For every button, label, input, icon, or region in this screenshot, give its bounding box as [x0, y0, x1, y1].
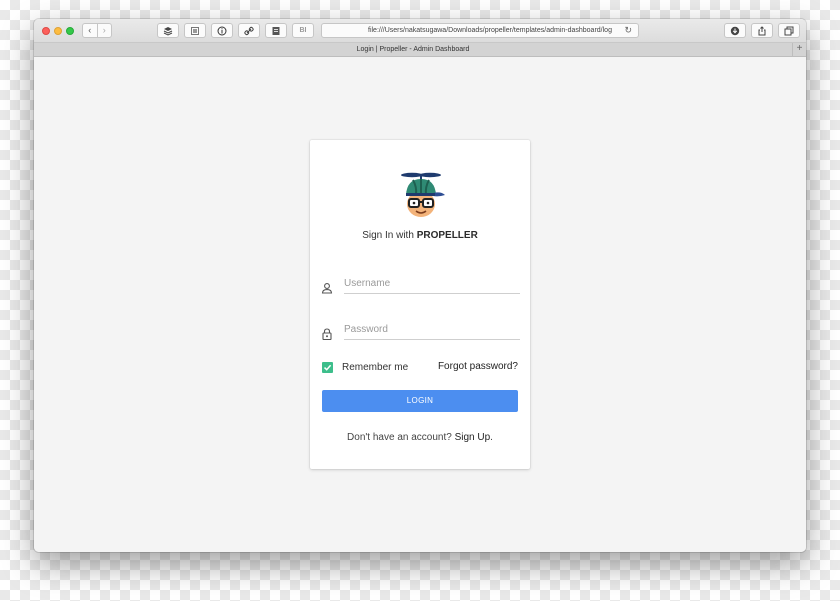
- new-tab-button[interactable]: +: [792, 43, 806, 56]
- reader-icon: [191, 26, 199, 35]
- password-input[interactable]: [344, 320, 520, 340]
- signup-period: .: [490, 432, 493, 443]
- share-icon: [758, 25, 766, 35]
- tabs-button[interactable]: [778, 23, 800, 38]
- bookmark-icon: [272, 26, 280, 35]
- username-input[interactable]: [344, 274, 520, 294]
- sign-in-with-text: with: [396, 230, 414, 241]
- info-button[interactable]: [211, 23, 233, 38]
- address-url: file:///Users/nakatsugawa/Downloads/prop…: [368, 27, 612, 34]
- tab-bar: Login | Propeller - Admin Dashboard +: [34, 43, 806, 57]
- download-button[interactable]: [724, 23, 746, 38]
- minimize-window-button[interactable]: [54, 27, 62, 35]
- check-icon: [323, 364, 332, 371]
- address-bar[interactable]: file:///Users/nakatsugawa/Downloads/prop…: [321, 23, 639, 38]
- lock-icon: [322, 328, 332, 341]
- tabs-icon: [784, 26, 794, 35]
- propeller-logo: [401, 172, 445, 217]
- reload-icon[interactable]: ↻: [624, 24, 632, 37]
- back-icon[interactable]: ‹: [83, 24, 97, 37]
- sign-up-link[interactable]: Sign Up: [455, 432, 491, 443]
- layers-icon: [163, 26, 173, 36]
- page-content: Sign In with PROPELLER Remember me: [34, 57, 806, 552]
- link-icon: [244, 26, 254, 35]
- remember-me-checkbox[interactable]: [322, 362, 333, 373]
- share-button[interactable]: [751, 23, 773, 38]
- sign-in-heading: Sign In with PROPELLER: [310, 230, 530, 241]
- remember-me-label: Remember me: [342, 362, 409, 373]
- browser-toolbar: ‹ › BI file:///Users/nakatsugawa/Downloa…: [34, 19, 806, 43]
- link-button[interactable]: [238, 23, 260, 38]
- info-icon: [217, 26, 227, 35]
- zoom-window-button[interactable]: [66, 27, 74, 35]
- forward-icon[interactable]: ›: [97, 24, 111, 37]
- bi-button[interactable]: BI: [292, 23, 314, 38]
- browser-window: ‹ › BI file:///Users/nakatsugawa/Downloa…: [34, 19, 806, 552]
- tab-login[interactable]: Login | Propeller - Admin Dashboard: [34, 43, 792, 56]
- sign-in-text: Sign In: [362, 230, 394, 241]
- forgot-password-link[interactable]: Forgot password?: [438, 361, 518, 372]
- login-card: Sign In with PROPELLER Remember me: [310, 140, 530, 469]
- download-icon: [730, 26, 740, 35]
- reader-button[interactable]: [184, 23, 206, 38]
- bookmark-button[interactable]: [265, 23, 287, 38]
- close-window-button[interactable]: [42, 27, 50, 35]
- signup-prompt-text: Don't have an account?: [347, 432, 452, 443]
- bi-icon: BI: [299, 27, 307, 34]
- login-button[interactable]: LOGIN: [322, 390, 518, 412]
- layers-button[interactable]: [157, 23, 179, 38]
- user-icon: [321, 283, 333, 294]
- nav-buttons: ‹ ›: [82, 23, 112, 38]
- signup-prompt: Don't have an account? Sign Up.: [310, 432, 530, 443]
- brand-name: PROPELLER: [416, 230, 478, 241]
